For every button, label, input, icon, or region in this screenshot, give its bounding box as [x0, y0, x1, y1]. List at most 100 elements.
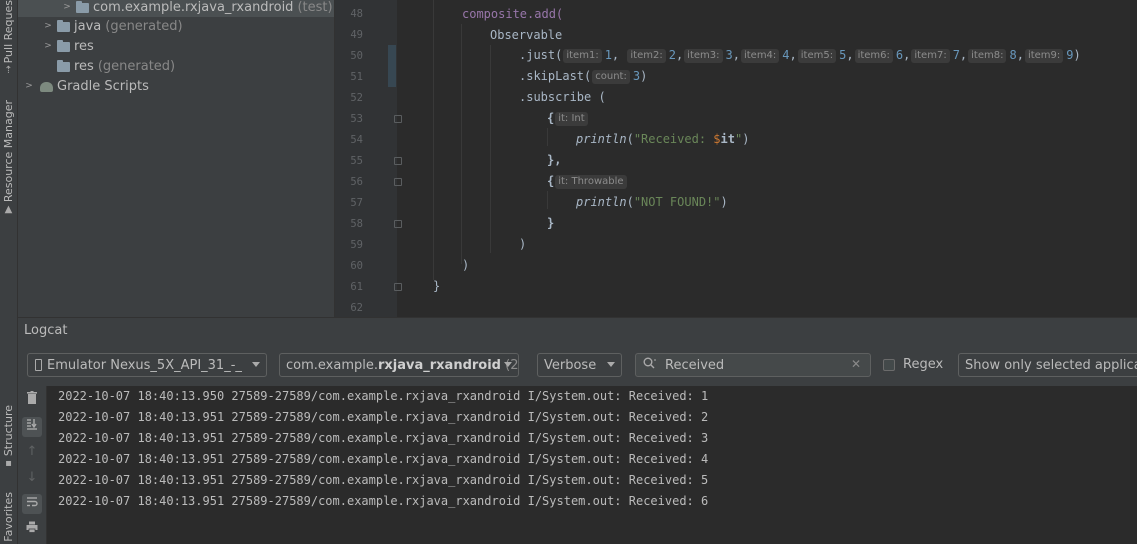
code-editor[interactable]: composite.add( Observable .just(item1: 1,… [335, 0, 1137, 317]
chevron-down-icon [504, 362, 512, 367]
chevron-right-icon[interactable]: > [43, 41, 53, 51]
code-line-59: ) [519, 237, 527, 251]
tree-item-test-package[interactable]: > com.example.rxjava_rxandroid (test) [18, 0, 334, 17]
code-line-55: }, [547, 153, 562, 167]
tree-item-java-generated[interactable]: > java (generated) [18, 16, 334, 36]
line-number: 51 [350, 71, 363, 83]
log-line: 2022-10-07 18:40:13.951 27589-27589/com.… [58, 494, 709, 508]
indent-guide [547, 128, 548, 146]
soft-wrap-icon[interactable] [22, 494, 42, 514]
logcat-search-input[interactable]: Received ✕ [635, 353, 871, 377]
line-number: 62 [350, 302, 363, 314]
code-line-56: {it: Throwable [547, 171, 630, 192]
code-line-57: println("NOT FOUND!") [576, 195, 728, 209]
pull-requests-label: Pull Reques [2, 0, 15, 64]
indent-guide [461, 24, 462, 264]
fold-marker-icon[interactable] [394, 220, 402, 228]
code-line-52: .subscribe ( [519, 90, 606, 104]
line-number: 48 [350, 8, 363, 20]
logcat-header: Logcat [18, 317, 1137, 345]
indent-guide [490, 45, 491, 253]
indent-guide [433, 0, 434, 280]
param-hint: item9: [1024, 49, 1064, 63]
resource-manager-icon: ▲ [4, 204, 13, 216]
log-line: 2022-10-07 18:40:13.951 27589-27589/com.… [58, 431, 709, 445]
log-line: 2022-10-07 18:40:13.951 27589-27589/com.… [58, 410, 709, 424]
app-filter-select[interactable]: Show only selected applicatio [958, 353, 1137, 377]
param-hint: item5: [797, 49, 837, 63]
code-line-60: ) [462, 258, 470, 272]
tab-favorites[interactable]: Favorites [0, 492, 17, 542]
package-icon [76, 1, 90, 13]
chevron-down-icon [252, 362, 260, 367]
fold-marker-icon[interactable] [394, 178, 402, 186]
regex-checkbox[interactable] [883, 359, 895, 371]
favorites-label: Favorites [2, 492, 15, 542]
tree-item-label: res [74, 38, 94, 54]
param-hint: item3: [684, 49, 723, 63]
line-number: 50 [350, 50, 363, 62]
folder-icon [57, 60, 71, 72]
chevron-right-icon[interactable]: > [43, 21, 53, 31]
param-hint: item2: [627, 49, 666, 63]
structure-label: Structure [2, 405, 15, 457]
clear-icon[interactable]: ✕ [851, 357, 861, 371]
param-hint: item6: [854, 49, 893, 63]
pull-request-icon: ⇡ [4, 65, 13, 77]
line-number: 55 [350, 155, 363, 167]
logcat-side-toolbar: ↑ ↓ [18, 386, 47, 544]
tree-item-label: res [74, 58, 94, 74]
resource-manager-label: Resource Manager [2, 100, 15, 203]
print-icon[interactable] [22, 520, 42, 540]
code-line-48: composite.add( [462, 7, 564, 21]
chevron-down-icon [607, 362, 615, 367]
fold-marker-icon[interactable] [394, 283, 402, 291]
param-hint: item4: [740, 49, 780, 63]
param-hint: item8: [968, 49, 1007, 63]
regex-label: Regex [903, 357, 944, 372]
arrow-up-icon[interactable]: ↑ [22, 442, 42, 462]
code-line-53: {it: Int [547, 108, 591, 129]
change-marker [388, 45, 396, 87]
line-number: 59 [350, 239, 363, 251]
chevron-right-icon[interactable]: > [62, 2, 72, 12]
device-value: Emulator Nexus_5X_API_31_-_ [47, 357, 242, 373]
trash-icon[interactable] [22, 391, 42, 411]
line-number: 61 [350, 281, 363, 293]
process-select[interactable]: com.example.rxjava_rxandroid (2 [279, 353, 519, 377]
tree-item-suffix: (generated) [97, 58, 176, 74]
logcat-toolbar: Emulator Nexus_5X_API_31_-_ com.example.… [18, 344, 1137, 387]
tree-item-res[interactable]: > res [18, 36, 334, 56]
process-value: com.example.rxjava_rxandroid (2 [286, 357, 519, 373]
app-filter-value: Show only selected applicatio [965, 357, 1137, 373]
logcat-output[interactable]: 2022-10-07 18:40:13.950 27589-27589/com.… [47, 386, 1137, 544]
project-tree: > com.example.rxjava_rxandroid (test) > … [18, 0, 335, 317]
code-line-54: println("Received: $it") [576, 132, 750, 146]
code-line-49: Observable [490, 28, 563, 42]
line-number: 56 [350, 176, 363, 188]
code-line-51: .skipLast(count: 3) [519, 69, 648, 84]
code-line-50: .just(item1: 1, item2: 2, item3: 3, item4: 4, i… [519, 48, 1081, 63]
tree-item-gradle-scripts[interactable]: > Gradle Scripts [18, 76, 334, 96]
structure-icon: ▪ [5, 458, 12, 470]
log-line: 2022-10-07 18:40:13.951 27589-27589/com.… [58, 473, 709, 487]
chevron-right-icon[interactable]: > [24, 81, 34, 91]
fold-marker-icon[interactable] [394, 115, 402, 123]
log-line: 2022-10-07 18:40:13.950 27589-27589/com.… [58, 389, 709, 403]
param-hint: count: [592, 70, 630, 84]
line-number: 53 [350, 113, 363, 125]
search-value: Received [665, 357, 725, 373]
arrow-down-icon[interactable]: ↓ [22, 468, 42, 488]
tab-pull-requests[interactable]: Pull Reques ⇡ [0, 0, 17, 76]
fold-marker-icon[interactable] [394, 157, 402, 165]
scroll-to-end-icon[interactable] [22, 417, 42, 437]
device-select[interactable]: Emulator Nexus_5X_API_31_-_ [27, 353, 267, 377]
param-hint: item1: [563, 49, 602, 63]
tab-resource-manager[interactable]: Resource Manager ▲ [0, 100, 17, 215]
log-level-select[interactable]: Verbose [537, 353, 622, 377]
left-tool-strip: Pull Reques ⇡ Resource Manager ▲ Structu… [0, 0, 18, 544]
tree-item-res-generated[interactable]: res (generated) [18, 56, 334, 76]
indent-guide [547, 191, 548, 209]
tab-structure[interactable]: Structure ▪ [0, 405, 17, 469]
line-number: 58 [350, 218, 363, 230]
